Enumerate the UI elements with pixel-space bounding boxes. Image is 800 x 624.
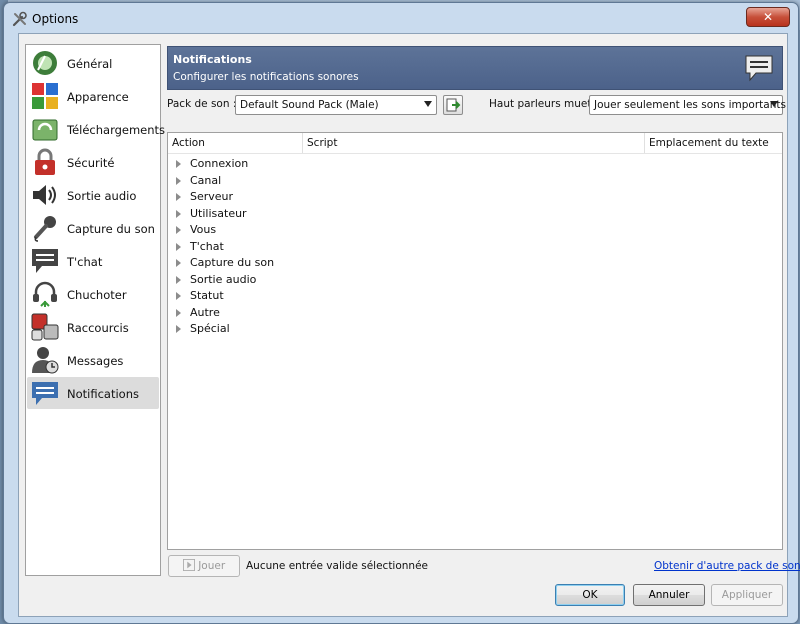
sidebar-item-downloads[interactable]: Téléchargements — [27, 113, 165, 145]
tree-row-label: Canal — [190, 173, 222, 187]
expand-arrow-icon[interactable] — [176, 292, 181, 300]
close-icon: ✕ — [762, 10, 774, 24]
chevron-down-icon — [770, 101, 778, 107]
sidebar-item-shortcuts[interactable]: Raccourcis — [27, 311, 159, 343]
tools-icon — [12, 11, 27, 27]
expand-arrow-icon[interactable] — [176, 209, 181, 218]
sidebar-item-appearance[interactable]: Apparence — [27, 80, 159, 112]
mute-select[interactable]: Jouer seulement les sons importants — [589, 95, 786, 115]
column-text-location[interactable]: Emplacement du texte — [649, 137, 769, 149]
expand-arrow-icon[interactable] — [176, 308, 181, 317]
appearance-icon — [32, 83, 58, 109]
close-button[interactable]: ✕ — [746, 7, 790, 27]
sidebar-item-security[interactable]: Sécurité — [27, 146, 159, 178]
column-action[interactable]: Action — [172, 137, 205, 149]
sidebar-item-label: Apparence — [67, 90, 129, 104]
notification-bubble-icon — [745, 55, 773, 82]
get-sound-pack-link[interactable]: Obtenir d'autre pack de son — [654, 560, 800, 572]
title-bar[interactable]: Options ✕ — [4, 3, 798, 33]
play-button-label: Jouer — [198, 560, 226, 572]
microphone-icon — [34, 216, 56, 242]
expand-arrow-icon[interactable] — [176, 325, 181, 333]
cancel-button[interactable]: Annuler — [633, 584, 705, 606]
sidebar-item-notifications[interactable]: Notifications — [27, 377, 159, 409]
sidebar-item-label: Général — [67, 57, 113, 71]
shortcuts-icon — [31, 313, 59, 341]
sidebar-item-label: Téléchargements — [67, 123, 166, 137]
sidebar-item-label: Messages — [67, 354, 124, 368]
downloads-icon — [32, 119, 58, 141]
tree-row-label: T'chat — [190, 239, 224, 253]
play-button[interactable]: Jouer — [168, 555, 240, 577]
tree-header: Action Script Emplacement du texte — [168, 133, 782, 154]
chevron-down-icon — [424, 101, 432, 107]
page-header: Notifications Configurer les notificatio… — [167, 46, 783, 90]
dialog-client-area: Général Apparence Téléchargements Sécuri… — [18, 33, 800, 617]
category-list: Général Apparence Téléchargements Sécuri… — [25, 44, 165, 576]
mute-value: Jouer seulement les sons importants — [594, 99, 786, 111]
sound-pack-label: Pack de son : — [167, 98, 237, 110]
column-script[interactable]: Script — [307, 137, 337, 149]
lock-icon — [35, 148, 55, 175]
sidebar-item-label: Sortie audio — [67, 189, 137, 203]
tree-row-label: Sortie audio — [190, 272, 257, 286]
options-dialog: Options ✕ Général Apparence Téléchargeme… — [3, 2, 800, 624]
column-separator[interactable] — [302, 133, 303, 153]
expand-arrow-icon[interactable] — [176, 176, 181, 185]
column-separator[interactable] — [644, 133, 645, 153]
sidebar-item-sound-capture[interactable]: Capture du son — [27, 212, 159, 244]
expand-arrow-icon[interactable] — [176, 226, 181, 234]
window-title: Options — [32, 12, 79, 26]
expand-arrow-icon[interactable] — [176, 275, 181, 284]
mute-label: Haut parleurs muet: — [489, 98, 596, 110]
tree-row-label: Connexion — [190, 157, 249, 170]
page-title: Notifications — [173, 53, 252, 66]
sidebar-item-label: Sécurité — [67, 156, 115, 170]
tree-row-label: Spécial — [190, 322, 230, 335]
sidebar-item-label: Chuchoter — [67, 288, 127, 302]
expand-arrow-icon[interactable] — [176, 160, 181, 168]
sidebar-item-audio-output[interactable]: Sortie audio — [27, 179, 159, 211]
notifications-tree[interactable]: Action Script Emplacement du texte Conne… — [167, 132, 783, 550]
speaker-icon — [33, 185, 56, 205]
apply-button[interactable]: Appliquer — [711, 584, 783, 606]
expand-arrow-icon[interactable] — [176, 193, 181, 201]
selection-status: Aucune entrée valide sélectionnée — [246, 560, 429, 572]
sound-pack-value: Default Sound Pack (Male) — [240, 99, 379, 111]
tree-row-label: Vous — [190, 223, 217, 236]
tree-row-label: Statut — [190, 289, 224, 302]
sidebar-item-messages[interactable]: Messages — [27, 344, 159, 376]
sidebar-item-general[interactable]: Général — [27, 47, 159, 79]
page-subtitle: Configurer les notifications sonores — [173, 71, 359, 83]
expand-arrow-icon[interactable] — [176, 259, 181, 267]
sidebar-item-label: Notifications — [67, 387, 139, 401]
sidebar-item-chat[interactable]: T'chat — [27, 245, 159, 277]
open-pack-icon — [446, 98, 461, 112]
sound-pack-browse-button[interactable] — [443, 95, 463, 115]
messages-icon — [32, 347, 59, 374]
sidebar-item-label: Raccourcis — [67, 321, 129, 335]
tree-row-label: Serveur — [190, 190, 234, 203]
general-icon — [33, 51, 57, 75]
chat-icon — [32, 249, 58, 273]
notifications-icon — [32, 382, 58, 405]
sound-pack-select[interactable]: Default Sound Pack (Male) — [235, 95, 437, 115]
play-icon — [182, 559, 195, 571]
sidebar-item-whisper[interactable]: Chuchoter — [27, 278, 159, 310]
headset-icon — [33, 281, 57, 307]
tree-row-label: Capture du son — [190, 256, 275, 269]
expand-arrow-icon[interactable] — [176, 242, 181, 251]
tree-row-label: Autre — [190, 305, 220, 319]
sidebar-item-label: Capture du son — [67, 222, 155, 236]
ok-button[interactable]: OK — [555, 584, 625, 606]
sidebar-item-label: T'chat — [67, 255, 103, 269]
tree-row-label: Utilisateur — [190, 206, 247, 220]
